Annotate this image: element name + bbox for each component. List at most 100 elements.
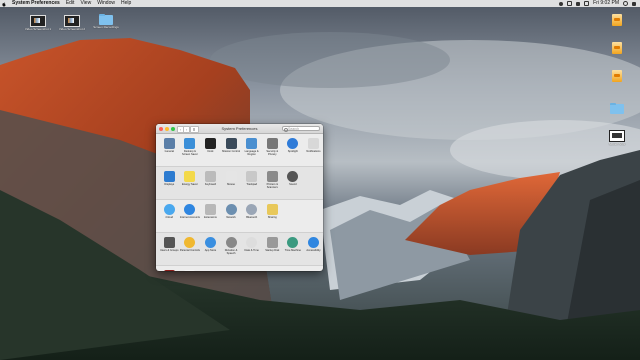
notification-center-icon[interactable]: [632, 1, 636, 6]
desktop-item-folder-right[interactable]: [603, 102, 631, 114]
video-thumbnail-icon: [64, 15, 80, 27]
pref-pane-trackpad[interactable]: Trackpad: [241, 170, 262, 197]
pref-pane-lightbulb[interactable]: Energy Saver: [180, 170, 201, 197]
time-machine-icon: [287, 237, 299, 248]
menu-window[interactable]: Window: [97, 0, 115, 7]
pref-pane-users[interactable]: Users & Groups: [159, 236, 180, 263]
window-titlebar[interactable]: ‹ › System Preferences Search: [156, 124, 323, 134]
pref-pane-general[interactable]: General: [159, 137, 180, 164]
pref-pane-label: Sharing: [267, 216, 277, 219]
pref-pane-icloud[interactable]: iCloud: [159, 203, 180, 230]
pref-pane-clock[interactable]: Date & Time: [241, 236, 262, 263]
microphone-icon: [225, 237, 237, 248]
desktop-item-screenshot[interactable]: Screen Shot: [603, 130, 631, 147]
status-icon[interactable]: [559, 1, 564, 6]
sharing-icon: [266, 204, 278, 215]
pref-pane-mission-control[interactable]: Mission Control: [221, 137, 242, 164]
mission-control-icon: [225, 138, 237, 149]
pref-pane-disk[interactable]: Startup Disk: [262, 236, 283, 263]
system-preferences-window: ‹ › System Preferences Search General Des…: [156, 124, 323, 271]
pref-pane-notifications[interactable]: Notifications: [303, 137, 323, 164]
desktop-item-document-2[interactable]: [603, 42, 631, 54]
pref-pane-microphone[interactable]: Dictation & Speech: [221, 236, 242, 263]
pref-pane-label: Dictation & Speech: [224, 249, 238, 255]
volume-icon[interactable]: [576, 1, 581, 6]
document-icon: [612, 42, 622, 54]
dock-icon: [204, 138, 216, 149]
wifi-icon[interactable]: [567, 1, 573, 6]
menu-app-name[interactable]: System Preferences: [12, 0, 60, 7]
screenshot-icon: [609, 130, 625, 142]
keyboard-icon: [204, 171, 216, 182]
pref-pane-speaker[interactable]: Sound: [283, 170, 304, 197]
pref-pane-spotlight[interactable]: Spotlight: [283, 137, 304, 164]
pref-pane-label: Trackpad: [246, 183, 258, 186]
document-icon: [612, 14, 622, 26]
network-globe-icon: [225, 204, 237, 215]
pref-pane-network-globe[interactable]: Network: [221, 203, 242, 230]
pref-pane-at[interactable]: Internet Accounts: [180, 203, 201, 230]
pref-pane-label: Displays: [164, 183, 175, 186]
accessibility-icon: [307, 237, 319, 248]
pref-section-5: Flash PlayerJava: [156, 266, 323, 271]
bluetooth-icon: [246, 204, 258, 215]
pref-pane-house-lock[interactable]: Security & Privacy: [262, 137, 283, 164]
pref-pane-label: Parental Controls: [179, 249, 200, 252]
pref-pane-display[interactable]: Displays: [159, 170, 180, 197]
pref-pane-sharing[interactable]: Sharing: [262, 203, 283, 230]
pref-pane-label: Accessibility: [306, 249, 321, 252]
pref-pane-printer[interactable]: Printers & Scanners: [262, 170, 283, 197]
pref-pane-globe-flag[interactable]: Language & Region: [241, 137, 262, 164]
menu-clock[interactable]: Fri 9:02 PM: [593, 0, 619, 7]
pref-section-1: General Desktop & Screen Saver Dock Mission…: [156, 134, 323, 167]
battery-icon[interactable]: [584, 1, 590, 6]
menu-view[interactable]: View: [80, 0, 91, 7]
desktop-item-video-1[interactable]: Video Screenshot 1: [24, 15, 52, 32]
flash-icon: [163, 270, 175, 271]
pref-pane-bluetooth[interactable]: Bluetooth: [241, 203, 262, 230]
menu-edit[interactable]: Edit: [66, 0, 75, 7]
pref-pane-dock[interactable]: Dock: [200, 137, 221, 164]
spotlight-search-icon[interactable]: [623, 1, 628, 6]
speaker-icon: [287, 171, 299, 182]
pref-pane-label: Printers & Scanners: [266, 183, 278, 189]
pref-pane-accessibility[interactable]: Accessibility: [303, 236, 323, 263]
apple-menu-icon[interactable]: [2, 1, 6, 7]
pref-pane-parental[interactable]: Parental Controls: [180, 236, 201, 263]
pref-pane-desktop[interactable]: Desktop & Screen Saver: [180, 137, 201, 164]
pref-pane-puzzle[interactable]: Extensions: [200, 203, 221, 230]
desktop-item-document-3[interactable]: [603, 70, 631, 82]
search-input[interactable]: Search: [282, 125, 320, 132]
notifications-icon: [307, 138, 319, 149]
globe-flag-icon: [246, 138, 258, 149]
house-lock-icon: [266, 138, 278, 149]
desktop-item-folder[interactable]: Screen Recordings: [92, 13, 120, 30]
menu-bar: System Preferences Edit View Window Help…: [0, 0, 640, 7]
pref-pane-label: Startup Disk: [265, 249, 280, 252]
pref-pane-label: Time Machine: [284, 249, 301, 252]
pref-pane-mouse[interactable]: Mouse: [221, 170, 242, 197]
desktop-item-document-1[interactable]: [603, 14, 631, 26]
desktop-item-video-2[interactable]: Video Screenshot 2: [58, 15, 86, 32]
pref-pane-label: App Store: [204, 249, 217, 252]
pref-pane-label: Dock: [207, 150, 214, 153]
pref-pane-keyboard[interactable]: Keyboard: [200, 170, 221, 197]
pref-section-3: iCloud Internet Accounts Extensions Network…: [156, 200, 323, 233]
pref-pane-label: Mouse: [227, 183, 235, 186]
pref-pane-label: Sound: [289, 183, 297, 186]
pref-pane-label: Network: [226, 216, 236, 219]
lightbulb-icon: [184, 171, 196, 182]
pref-pane-app-store[interactable]: App Store: [200, 236, 221, 263]
puzzle-icon: [204, 204, 216, 215]
pref-pane-flash[interactable]: Flash Player: [159, 269, 180, 271]
menu-help[interactable]: Help: [121, 0, 131, 7]
desktop-icon: [184, 138, 196, 149]
pref-pane-label: Language & Region: [244, 150, 259, 156]
parental-icon: [184, 237, 196, 248]
document-icon: [612, 70, 622, 82]
spotlight-icon: [287, 138, 299, 149]
pref-pane-time-machine[interactable]: Time Machine: [283, 236, 304, 263]
icloud-icon: [163, 204, 175, 215]
pref-pane-java[interactable]: Java: [180, 269, 201, 271]
pref-pane-label: General: [164, 150, 174, 153]
